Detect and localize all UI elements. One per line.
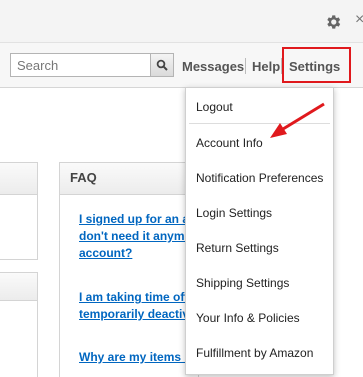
settings-highlight-box: [282, 47, 351, 83]
menu-item-fulfillment-by-amazon[interactable]: Fulfillment by Amazon: [196, 346, 313, 360]
messages-link[interactable]: Messages: [182, 59, 244, 74]
faq-link[interactable]: account?: [79, 245, 132, 262]
faq-link[interactable]: I signed up for an a: [79, 211, 189, 228]
top-bar: ×: [0, 0, 363, 42]
help-link[interactable]: Help: [252, 59, 280, 74]
panel-header: [0, 273, 37, 301]
faq-header: FAQ: [60, 163, 198, 195]
close-icon[interactable]: ×: [355, 11, 363, 29]
faq-link[interactable]: don't need it anymo: [79, 228, 192, 245]
menu-item-login-settings[interactable]: Login Settings: [196, 206, 272, 220]
search-input[interactable]: [10, 53, 151, 77]
faq-link[interactable]: I am taking time off: [79, 289, 188, 306]
search-icon: [156, 59, 168, 71]
menu-item-account-info[interactable]: Account Info: [196, 136, 263, 150]
faq-link[interactable]: Why are my items n: [79, 349, 192, 366]
left-panel-bottom: [0, 272, 38, 377]
menu-divider: [189, 123, 330, 124]
faq-link[interactable]: temporarily deactiv: [79, 306, 189, 323]
faq-panel: FAQ I signed up for an a don't need it a…: [59, 162, 199, 377]
faq-title: FAQ: [70, 170, 97, 185]
menu-item-return-settings[interactable]: Return Settings: [196, 241, 279, 255]
settings-dropdown-menu: Logout Account Info Notification Prefere…: [185, 87, 334, 375]
panel-header: [0, 163, 37, 195]
menu-item-your-info-policies[interactable]: Your Info & Policies: [196, 311, 300, 325]
menu-item-logout[interactable]: Logout: [196, 100, 233, 114]
header-bar: Messages Help Settings: [0, 42, 363, 88]
menu-item-shipping-settings[interactable]: Shipping Settings: [196, 276, 289, 290]
nav-separator: [245, 58, 246, 74]
gear-icon[interactable]: [324, 13, 342, 31]
menu-item-notification-preferences[interactable]: Notification Preferences: [196, 171, 323, 185]
left-panel-top: [0, 162, 38, 260]
search-button[interactable]: [150, 53, 174, 77]
